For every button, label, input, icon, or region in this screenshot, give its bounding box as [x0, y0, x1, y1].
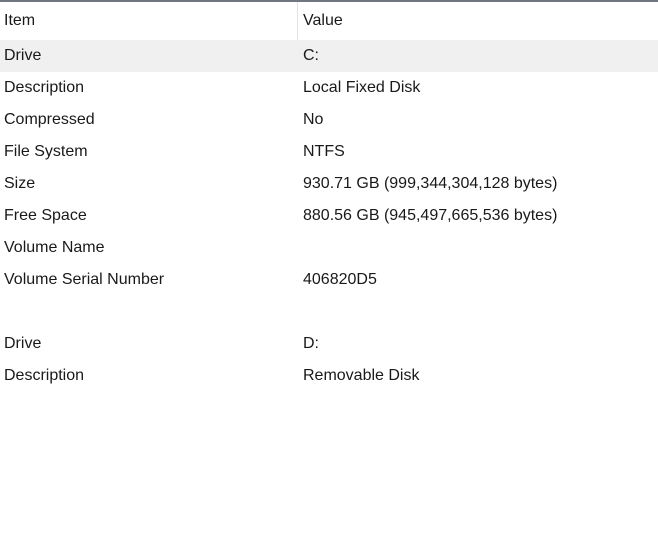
item-cell: Free Space	[0, 207, 298, 225]
value-cell: 406820D5	[298, 271, 658, 289]
item-cell: Size	[0, 175, 298, 193]
table-row[interactable]: Size 930.71 GB (999,344,304,128 bytes)	[0, 168, 658, 200]
value-cell: 930.71 GB (999,344,304,128 bytes)	[298, 175, 658, 193]
table-row[interactable]: Compressed No	[0, 104, 658, 136]
value-cell: D:	[298, 335, 658, 353]
value-cell: 880.56 GB (945,497,665,536 bytes)	[298, 207, 658, 225]
value-cell: C:	[298, 47, 658, 65]
column-header-value[interactable]: Value	[298, 2, 658, 40]
table-row[interactable]: File System NTFS	[0, 136, 658, 168]
item-cell: Volume Name	[0, 239, 298, 257]
table-row[interactable]: Volume Serial Number 406820D5	[0, 264, 658, 296]
value-cell: Removable Disk	[298, 367, 658, 385]
listview-body: Drive C: Description Local Fixed Disk Co…	[0, 40, 658, 392]
listview-header: Item Value	[0, 2, 658, 40]
item-cell: Compressed	[0, 111, 298, 129]
item-cell: Drive	[0, 47, 298, 65]
table-row[interactable]: Description Removable Disk	[0, 360, 658, 392]
table-row[interactable]: Free Space 880.56 GB (945,497,665,536 by…	[0, 200, 658, 232]
table-row[interactable]: Drive C:	[0, 40, 658, 72]
column-header-item[interactable]: Item	[0, 2, 298, 40]
drives-listview: Item Value Drive C: Description Local Fi…	[0, 0, 658, 556]
table-row[interactable]: Drive D:	[0, 328, 658, 360]
item-cell: Description	[0, 79, 298, 97]
table-row[interactable]	[0, 296, 658, 328]
item-cell: Volume Serial Number	[0, 271, 298, 289]
value-cell: NTFS	[298, 143, 658, 161]
item-cell: Drive	[0, 335, 298, 353]
item-cell: Description	[0, 367, 298, 385]
table-row[interactable]: Description Local Fixed Disk	[0, 72, 658, 104]
value-cell: No	[298, 111, 658, 129]
table-row[interactable]: Volume Name	[0, 232, 658, 264]
item-cell: File System	[0, 143, 298, 161]
value-cell: Local Fixed Disk	[298, 79, 658, 97]
